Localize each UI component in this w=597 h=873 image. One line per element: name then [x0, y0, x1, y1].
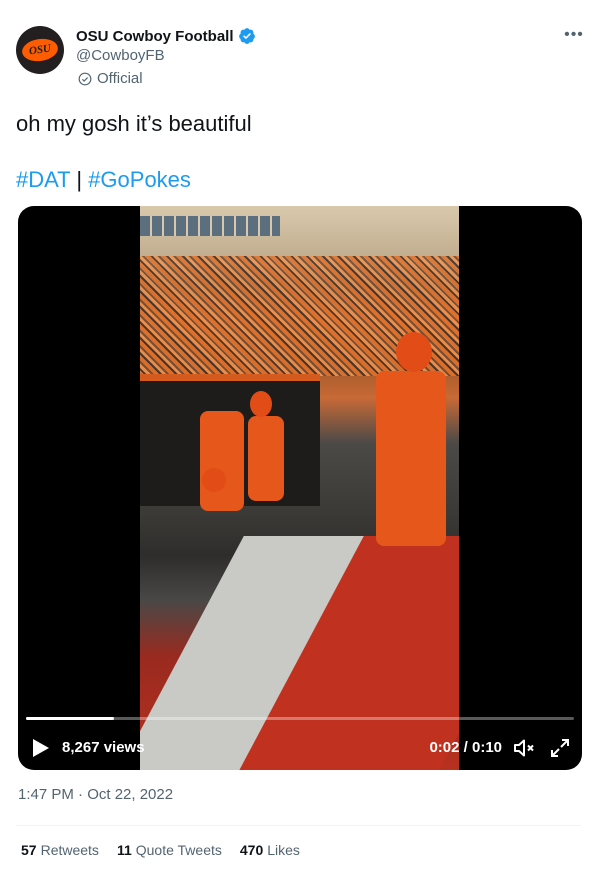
- name-row: OSU Cowboy Football: [76, 27, 256, 45]
- retweets-stat[interactable]: 57 Retweets: [21, 842, 99, 858]
- fullscreen-icon[interactable]: [548, 736, 572, 760]
- retweets-label: Retweets: [40, 842, 99, 858]
- player-3: [200, 411, 244, 511]
- player-18-helmet: [396, 332, 432, 372]
- hashtag-separator: |: [76, 167, 83, 192]
- likes-label: Likes: [267, 842, 300, 858]
- tweet-stats: 57 Retweets 11 Quote Tweets 470 Likes: [21, 842, 300, 858]
- video-progress-bar[interactable]: [26, 717, 574, 720]
- display-name[interactable]: OSU Cowboy Football: [76, 28, 234, 45]
- official-check-icon: [78, 72, 92, 85]
- video-progress-fill: [26, 717, 114, 720]
- more-options-icon[interactable]: •••: [563, 24, 585, 46]
- video-player[interactable]: 8,267 views 0:02 / 0:10: [18, 206, 582, 770]
- avatar[interactable]: OSU: [16, 26, 64, 74]
- player-23-helmet: [250, 391, 272, 417]
- divider: [16, 825, 581, 826]
- player-18: [376, 371, 446, 546]
- hashtag-dat[interactable]: #DAT: [16, 167, 70, 192]
- player-helmet: [202, 468, 226, 492]
- video-frame[interactable]: [140, 206, 459, 770]
- tweet-header: OSU OSU Cowboy Football @CowboyFB Offici…: [16, 22, 583, 92]
- tweet-text: oh my gosh it’s beautiful: [16, 111, 252, 136]
- avatar-logo: OSU: [20, 36, 60, 64]
- player-23: [248, 416, 284, 501]
- tweet-timestamp[interactable]: 1:47 PM · Oct 22, 2022: [18, 786, 173, 803]
- hashtag-gopokes[interactable]: #GoPokes: [88, 167, 191, 192]
- handle[interactable]: @CowboyFB: [76, 47, 165, 64]
- official-text: Official: [97, 70, 143, 87]
- likes-count: 470: [239, 842, 264, 858]
- quote-tweets-stat[interactable]: 11 Quote Tweets: [117, 842, 222, 858]
- tweet-hashtags: #DAT | #GoPokes: [16, 166, 191, 194]
- retweets-count: 57: [21, 842, 37, 858]
- video-timecode: 0:02 / 0:10: [429, 739, 502, 756]
- quote-tweets-count: 11: [116, 842, 132, 858]
- verified-badge-icon: [238, 28, 255, 44]
- play-icon[interactable]: [32, 738, 50, 758]
- muted-speaker-icon[interactable]: [512, 736, 536, 760]
- official-label: Official: [78, 70, 143, 87]
- view-count: 8,267 views: [62, 739, 145, 756]
- likes-stat[interactable]: 470 Likes: [240, 842, 300, 858]
- quote-tweets-label: Quote Tweets: [135, 842, 222, 858]
- stadium-windows: [140, 216, 280, 236]
